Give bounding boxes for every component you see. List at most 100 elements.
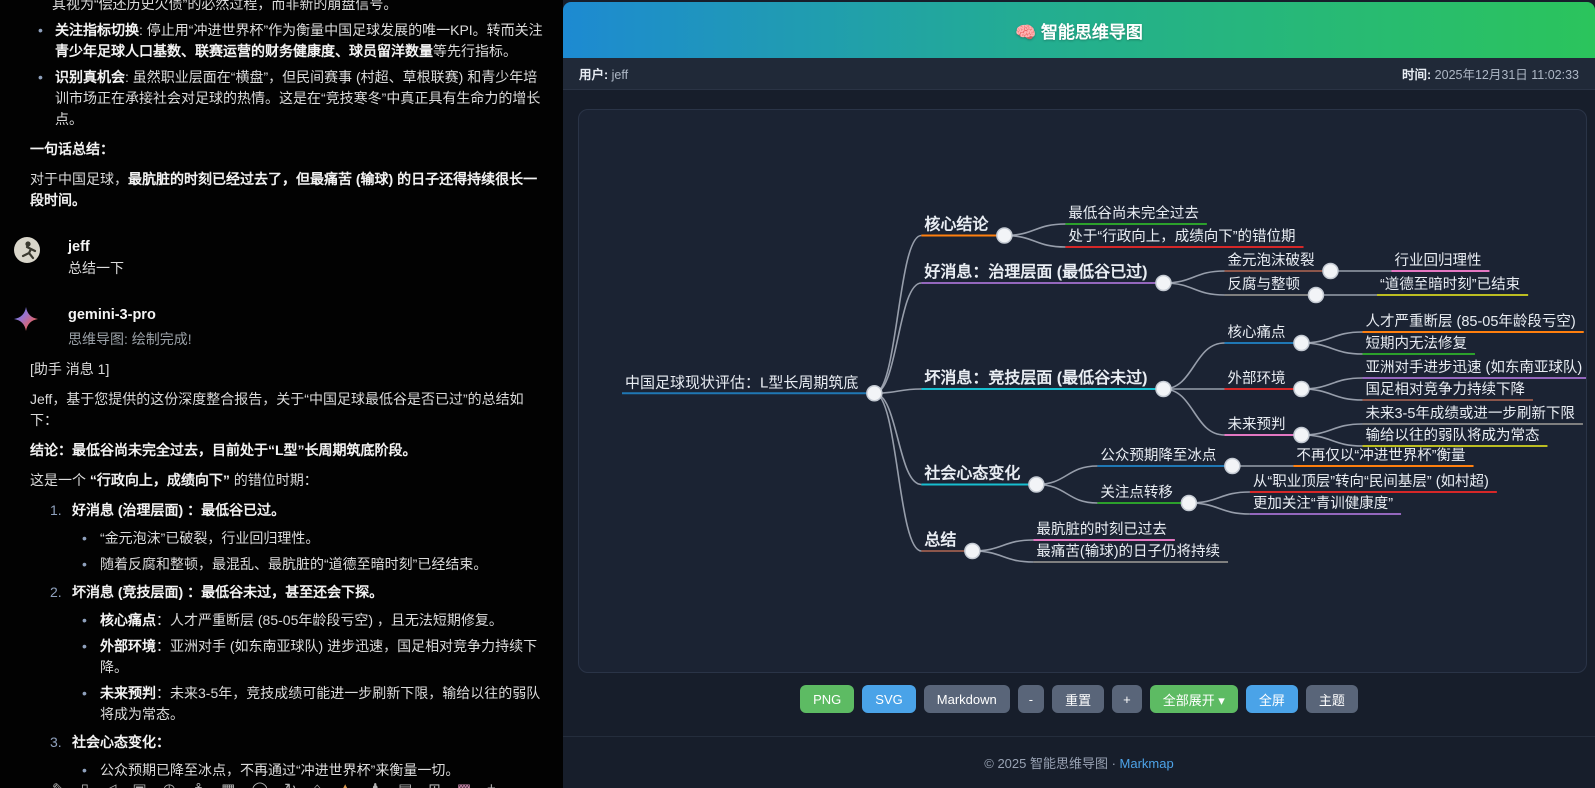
mindmap-link	[874, 283, 921, 393]
mindmap-node-label: 亚洲对手进步迅速 (如东南亚球队)	[1365, 359, 1582, 376]
mindmap-link	[874, 393, 921, 551]
mindmap-node-label: 公众预期降至冰点	[1100, 447, 1216, 464]
mindmap-node-label: 最低谷尚未完全过去	[1068, 204, 1199, 222]
app-title: 🧠 智能思维导图	[1015, 18, 1143, 43]
list-number: 2.	[50, 582, 62, 603]
mindmap-toggle-circle[interactable]	[997, 228, 1012, 243]
list-number: 3.	[50, 732, 62, 753]
zoom-in-button[interactable]: +	[1112, 685, 1142, 713]
mindmap-link	[1301, 424, 1362, 435]
numbered-item: 2.坏消息 (竞技层面) ：最低谷未过，甚至还会下探。	[30, 582, 543, 603]
grid-icon[interactable]: ▦	[221, 780, 235, 788]
soccer-player-icon	[14, 237, 40, 263]
refresh-icon[interactable]: ↻	[284, 780, 297, 788]
zoom-out-button[interactable]: -	[1018, 685, 1044, 713]
mindmap-toggle-circle[interactable]	[867, 386, 882, 401]
mindmap-node-label: 外部环境	[1227, 369, 1285, 387]
mindmap-node-label: 人才严重断层 (85-05年龄段亏空)	[1365, 313, 1575, 330]
mindmap-node-label: 短期内无法修复	[1365, 334, 1467, 352]
bullet-marker: •	[82, 528, 87, 549]
mindmap-toggle-circle[interactable]	[1181, 496, 1196, 511]
apps-icon[interactable]: ⊞	[428, 780, 441, 788]
mindmap-node-label: 总结	[924, 530, 956, 549]
mindmap-toggle-circle[interactable]	[1294, 428, 1309, 443]
user-avatar[interactable]	[14, 237, 40, 263]
mindmap-node-label: 核心结论	[924, 215, 989, 234]
mindmap-link	[1036, 485, 1097, 504]
bullet-marker: •	[82, 636, 87, 657]
home-icon[interactable]: ⌂	[313, 780, 322, 788]
time-label: 时间:	[1402, 68, 1431, 82]
export-svg-button[interactable]: SVG	[862, 685, 915, 713]
mindmap-node-label: 关注点转移	[1100, 484, 1173, 501]
mindmap-link	[874, 236, 921, 394]
pencil-icon[interactable]: ✎	[52, 780, 65, 788]
mindmap-link	[1163, 271, 1224, 283]
sub-bullet-item: •核心痛点：人才严重断层 (85-05年龄段亏空) ，且无法短期修复。	[30, 610, 543, 631]
composer-toolbar: ✎ ▯ ◁ ▣ ◷ ⚓ ▦ ◯ ↻ ⌂ ▲ ♟ ▤ ⊞ ▩ +	[52, 780, 496, 788]
paragraph: 一句话总结：	[30, 139, 543, 160]
fullscreen-button[interactable]: 全屏	[1246, 685, 1298, 713]
mindmap-link	[1036, 466, 1097, 485]
mindmap-node-label: 金元泡沫破裂	[1227, 252, 1314, 269]
mindmap-node-label: 未来预判	[1227, 416, 1285, 433]
info-bar: 用户: jeff 时间: 2025年12月31日 11:02:33	[563, 58, 1595, 90]
mindmap-toggle-circle[interactable]	[1294, 382, 1309, 397]
mindmap-toggle-circle[interactable]	[965, 544, 980, 559]
reset-button[interactable]: 重置	[1052, 685, 1104, 713]
mindmap-toggle-circle[interactable]	[1156, 382, 1171, 397]
assistant-name: gemini-3-pro	[68, 305, 543, 326]
speaker-icon[interactable]: ◁	[105, 780, 117, 788]
mindmap-canvas-container: 中国足球现状评估：L型长周期筑底 核心结论 最低谷尚未完全过去处于“行政向上，成绩向…	[578, 109, 1587, 673]
list-number: 1.	[50, 500, 62, 521]
mindmap-link	[1301, 378, 1362, 389]
paragraph: 这是一个 “行政向上，成绩向下” 的错位时期：	[30, 470, 543, 491]
mindmap-node-label: 未来3-5年成绩或进一步刷新下限	[1365, 405, 1574, 422]
paragraph: 其视为“偿还历史欠债”的必然过程，而非新的崩盘信号。	[30, 0, 543, 15]
mindmap-node-label: 中国足球现状评估：L型长周期筑底	[625, 374, 858, 391]
theme-button[interactable]: 主题	[1306, 685, 1358, 713]
bullet-marker: •	[82, 683, 87, 704]
gallery-icon[interactable]: ▩	[457, 780, 471, 788]
bookmark-icon[interactable]: ▲	[338, 780, 353, 788]
clock-icon[interactable]: ◷	[163, 780, 176, 788]
paragraph: [助手 消息 1]	[30, 359, 543, 380]
gemini-icon	[14, 307, 38, 331]
mindmap-link	[1163, 389, 1224, 435]
mindmap-node-label: 行业回归理性	[1394, 252, 1481, 269]
mindmap-node-label: “道德至暗时刻”已结束	[1380, 276, 1520, 293]
circle-icon[interactable]: ◯	[251, 780, 268, 788]
trash-icon[interactable]: ▯	[81, 780, 89, 788]
time-value: 2025年12月31日 11:02:33	[1435, 68, 1579, 82]
export-markdown-button[interactable]: Markdown	[924, 685, 1010, 713]
mindmap-canvas[interactable]: 中国足球现状评估：L型长周期筑底 核心结论 最低谷尚未完全过去处于“行政向上，成绩向…	[579, 110, 1586, 672]
mindmap-toggle-circle[interactable]	[1323, 264, 1338, 279]
user-value: jeff	[612, 68, 628, 82]
mindmap-toggle-circle[interactable]	[1308, 288, 1323, 303]
user-message: jeff 总结一下	[30, 237, 543, 279]
mindmap-panel: 🧠 智能思维导图 用户: jeff 时间: 2025年12月31日 11:02:…	[563, 0, 1595, 788]
export-png-button[interactable]: PNG	[800, 685, 854, 713]
mindmap-toggle-circle[interactable]	[1294, 336, 1309, 351]
file-icon[interactable]: ▤	[398, 780, 412, 788]
mindmap-toggle-circle[interactable]	[1225, 459, 1240, 474]
mindmap-node-label: 处于“行政向上，成绩向下”的错位期	[1068, 228, 1295, 245]
person-icon[interactable]: ♟	[369, 780, 382, 788]
mindmap-toggle-circle[interactable]	[1156, 276, 1171, 291]
mindmap-node-label: 从“职业顶层”转向“民间基层” (如村超)	[1253, 473, 1489, 490]
mindmap-toggle-circle[interactable]	[1029, 477, 1044, 492]
numbered-item: 1.好消息 (治理层面) ：最低谷已过。	[30, 500, 543, 521]
anchor-icon[interactable]: ⚓	[192, 780, 205, 788]
mindmap-node-label: 不再仅以“冲进世界杯”衡量	[1296, 447, 1465, 464]
plus-icon[interactable]: +	[487, 780, 496, 788]
mindmap-link	[1301, 435, 1362, 446]
app-header: 🧠 智能思维导图	[563, 2, 1595, 58]
numbered-item: 3.社会心态变化：	[30, 732, 543, 753]
expand-all-button[interactable]: 全部展开 ▾	[1150, 685, 1238, 713]
mindmap-link	[1301, 343, 1362, 354]
chat-panel: 其视为“偿还历史欠债”的必然过程，而非新的崩盘信号。•关注指标切换: 停止用“冲…	[0, 0, 563, 788]
paragraph: 对于中国足球，最肮脏的时刻已经过去了，但最痛苦 (输球) 的日子还得持续很长一段…	[30, 169, 543, 211]
sub-bullet-item: •“金元泡沫”已破裂，行业回归理性。	[30, 528, 543, 549]
markmap-link[interactable]: Markmap	[1120, 756, 1174, 771]
image-icon[interactable]: ▣	[132, 780, 146, 788]
